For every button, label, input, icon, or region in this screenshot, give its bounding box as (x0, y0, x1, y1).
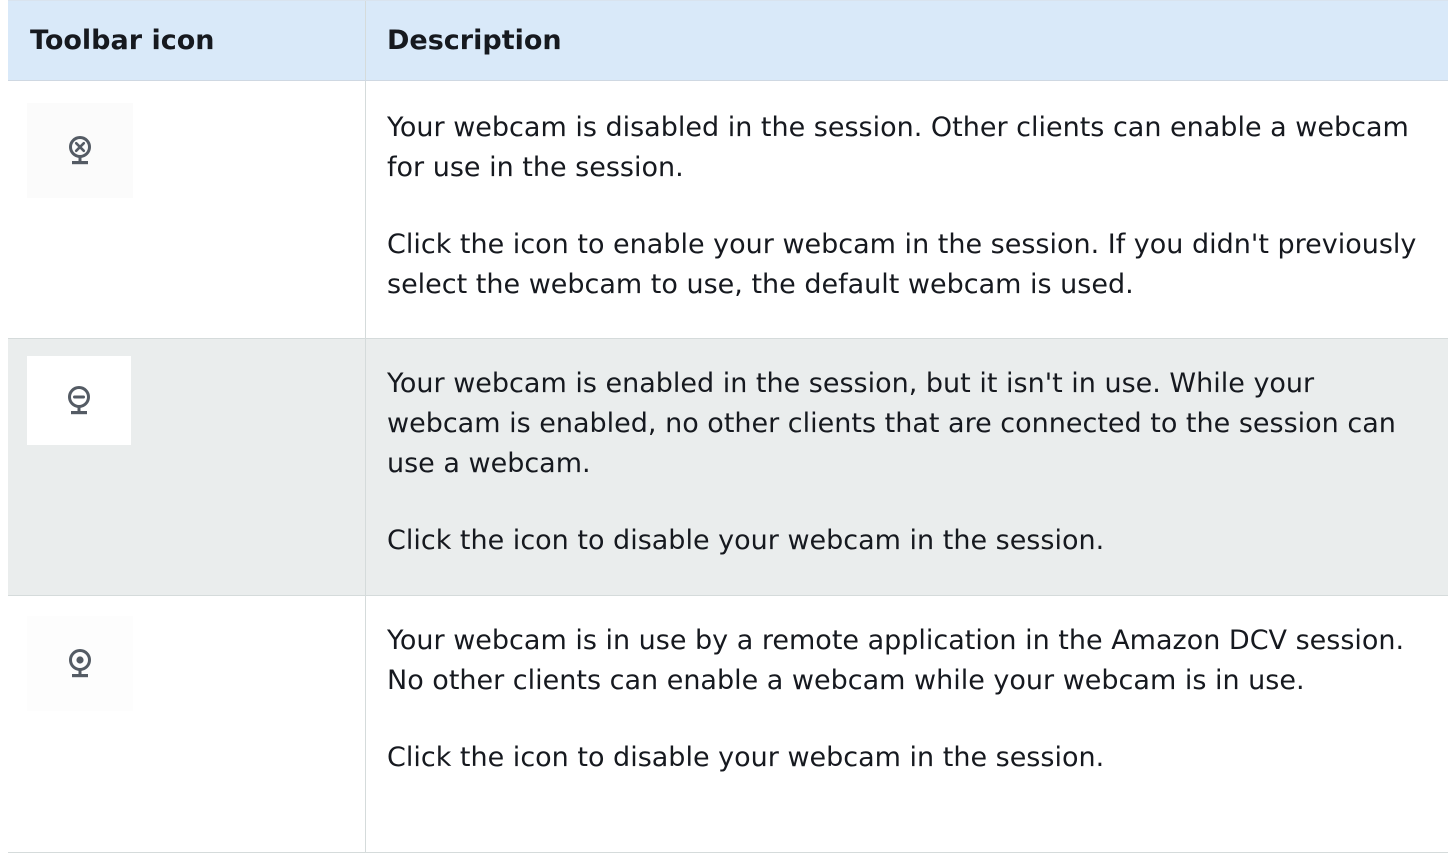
header-description: Description (387, 25, 562, 56)
description-cell: Your webcam is disabled in the session. … (366, 81, 1448, 338)
description-paragraph: Click the icon to disable your webcam in… (387, 525, 1105, 556)
table-header-row: Toolbar icon Description (8, 1, 1448, 81)
icon-cell (8, 81, 366, 338)
description-cell: Your webcam is in use by a remote applic… (366, 596, 1448, 852)
icon-cell (8, 596, 366, 852)
header-toolbar-icon: Toolbar icon (8, 1, 366, 80)
toolbar-icon-table: Toolbar icon Description Your webcam is … (8, 0, 1448, 853)
table-row: Your webcam is disabled in the session. … (8, 81, 1448, 339)
description-paragraph: Your webcam is enabled in the session, b… (387, 368, 1396, 479)
description-cell: Your webcam is enabled in the session, b… (366, 339, 1448, 595)
description-paragraph: Your webcam is in use by a remote applic… (387, 625, 1405, 696)
table-row: Your webcam is in use by a remote applic… (8, 596, 1448, 853)
webcam-in-use-icon (27, 616, 133, 711)
description-paragraph: Your webcam is disabled in the session. … (387, 112, 1409, 183)
description-paragraph: Click the icon to enable your webcam in … (387, 229, 1417, 300)
webcam-disabled-icon (27, 103, 133, 198)
table-row: Your webcam is enabled in the session, b… (8, 339, 1448, 596)
description-paragraph: Click the icon to disable your webcam in… (387, 742, 1105, 773)
webcam-enabled-idle-icon (27, 356, 131, 445)
icon-cell (8, 339, 366, 595)
